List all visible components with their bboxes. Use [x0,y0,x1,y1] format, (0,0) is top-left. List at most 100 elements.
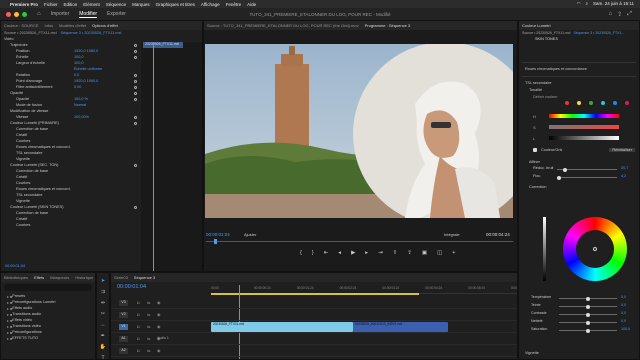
tab-exporter[interactable]: Exporter [107,11,126,17]
lumetri-seq-path[interactable]: Séquence 3 • 20230526_FTX1... [573,31,624,35]
app-menu[interactable]: Premiere Pro [10,2,38,7]
comparison-view-icon[interactable]: ◫ [437,250,442,256]
monitor-playhead[interactable] [214,239,217,244]
swatch-blue[interactable] [613,101,617,105]
slider-knob[interactable] [586,296,590,301]
pen-tool-icon[interactable]: ✒ [101,333,105,339]
correction-slider[interactable] [559,328,617,333]
timeline-clip[interactable]: 20230526_FTX11.mxl [211,322,353,332]
extract-icon[interactable]: ⇪ [407,250,412,256]
refine-slider[interactable] [557,175,617,180]
effect-row-value[interactable]: 100,00% [74,115,89,119]
refine-slider[interactable] [557,167,617,172]
lock-icon[interactable]: ◘ [137,336,139,341]
tab-effets[interactable]: Effets [34,275,44,280]
selection-tool-icon[interactable]: ➤ [101,278,105,284]
swatch-cyan[interactable] [601,101,605,105]
effects-folder[interactable]: ▸ ■ EFFETS TUTO [1,335,95,341]
eye-icon[interactable]: ◉ [157,312,161,317]
luma-slider[interactable] [543,217,546,281]
keyframe-toggle-icon[interactable] [134,55,137,59]
hsl-gradient-bar[interactable] [549,136,619,140]
slip-tool-icon[interactable]: ↔ [101,322,106,328]
tab-serie03[interactable]: Série03 [114,275,128,280]
eye-icon[interactable]: ◉ [157,324,161,329]
export-frame-icon[interactable]: ▣ [422,250,427,256]
refine-value[interactable]: 4,2 [621,174,626,178]
slider-knob[interactable] [586,304,590,309]
monitor-scrubber[interactable] [206,241,513,242]
track-select-tool-icon[interactable]: ⇉ [101,289,105,295]
sync-icon[interactable]: ⇋ [147,348,150,353]
ripple-edit-tool-icon[interactable]: ⇹ [101,300,105,306]
track-target-toggle[interactable]: A2 [119,348,128,354]
go-to-in-icon[interactable]: ⇤ [324,250,329,256]
hsl-gradient-bar[interactable] [549,125,619,129]
swatch-green[interactable] [589,101,593,105]
sync-icon[interactable]: ⇋ [147,336,150,341]
effect-row-value[interactable]: 1920,0 1080,0 [74,49,98,53]
effect-row-value[interactable]: 100,0 [74,55,84,59]
keyframe-toggle-icon[interactable] [134,73,137,77]
playhead-line[interactable] [153,42,154,271]
effect-row-value[interactable]: 0,0 [74,73,79,77]
search-icon[interactable]: ⌕ [586,1,589,7]
home-icon[interactable]: ⌂ [37,11,41,17]
swatch-magenta[interactable] [625,101,629,105]
tab-sequence-3[interactable]: Séquence 3 [134,275,155,280]
lock-icon[interactable]: ◘ [137,300,139,305]
lock-icon[interactable]: ◘ [137,324,139,329]
work-area-bar[interactable] [211,293,419,295]
track-target-toggle[interactable]: V1 [119,324,128,330]
effects-search-input[interactable] [4,284,92,291]
add-button-icon[interactable]: + [452,250,455,256]
effect-row[interactable]: Courbes [1,222,141,228]
razor-tool-icon[interactable]: ✂ [101,311,105,317]
keyframe-toggle-icon[interactable] [134,115,137,119]
correction-color-wheel[interactable] [563,217,627,281]
effect-row-value[interactable]: 1920,0 1080,0 [74,79,98,83]
eye-icon[interactable]: ◉ [157,348,161,353]
correction-value[interactable]: 0,0 [621,303,626,307]
lumetri-source-path[interactable]: Source • 20230526_FTX11.mxl [522,31,570,35]
color-gray-checkbox[interactable] [533,148,537,152]
section-correction[interactable]: Correction [519,183,639,190]
track-target-toggle[interactable]: A1 [119,336,128,342]
keyframe-toggle-icon[interactable] [134,91,137,95]
section-tonalite[interactable]: Tonalité [519,86,639,93]
effect-row-value[interactable]: 100,0 % [74,97,88,101]
menu-fenetre[interactable]: Fenêtre [226,2,242,7]
correction-value[interactable]: 0,0 [621,311,626,315]
menu-element[interactable]: Elément [83,2,100,7]
hsl-slider-s[interactable]: S [519,122,639,133]
menu-aide[interactable]: Aide [247,2,256,7]
correction-slider[interactable] [559,296,617,301]
zoom-window-button[interactable] [22,11,27,17]
keyframe-toggle-icon[interactable] [134,79,137,83]
menu-fichier[interactable]: Fichier [44,2,58,7]
workspaces-icon[interactable]: ⌂ [609,11,613,18]
timeline-timecode[interactable]: 00:00:01:04 [117,284,146,290]
section-vignette[interactable]: Vignette [519,349,539,356]
program-timecode[interactable]: 00:00:01:04 [206,232,230,237]
play-icon[interactable]: ▶ [351,250,355,256]
correction-value[interactable]: 0,0 [621,295,626,299]
tab-historique[interactable]: Historique [75,275,93,280]
lock-icon[interactable]: ◘ [137,348,139,353]
swatch-red[interactable] [565,101,569,105]
track-target-toggle[interactable]: V2 [119,312,128,318]
refine-value[interactable]: 20,7 [621,166,628,170]
clip-tag[interactable]: 20230526_FTX11.mxl [143,42,183,48]
correction-value[interactable]: 0,0 [621,319,626,323]
sequence-path[interactable]: Séquence 3 • 20230526_FTX11.mxl [61,31,122,35]
effect-controls-timecode[interactable]: 00:00:01:04 [5,263,25,269]
tab-importer[interactable]: Importer [51,11,70,17]
tab-modifier[interactable]: Modifier [79,11,98,18]
tab-bibliotheques[interactable]: Bibliothèques [4,275,28,280]
keyframe-area[interactable]: 20230526_FTX11.mxl [141,42,202,271]
lock-icon[interactable]: ◘ [137,312,139,317]
effect-row-value[interactable]: Normal [74,103,86,107]
correction-slider[interactable] [559,312,617,317]
lift-icon[interactable]: ⇧ [393,250,398,256]
slider-knob[interactable] [586,320,590,325]
